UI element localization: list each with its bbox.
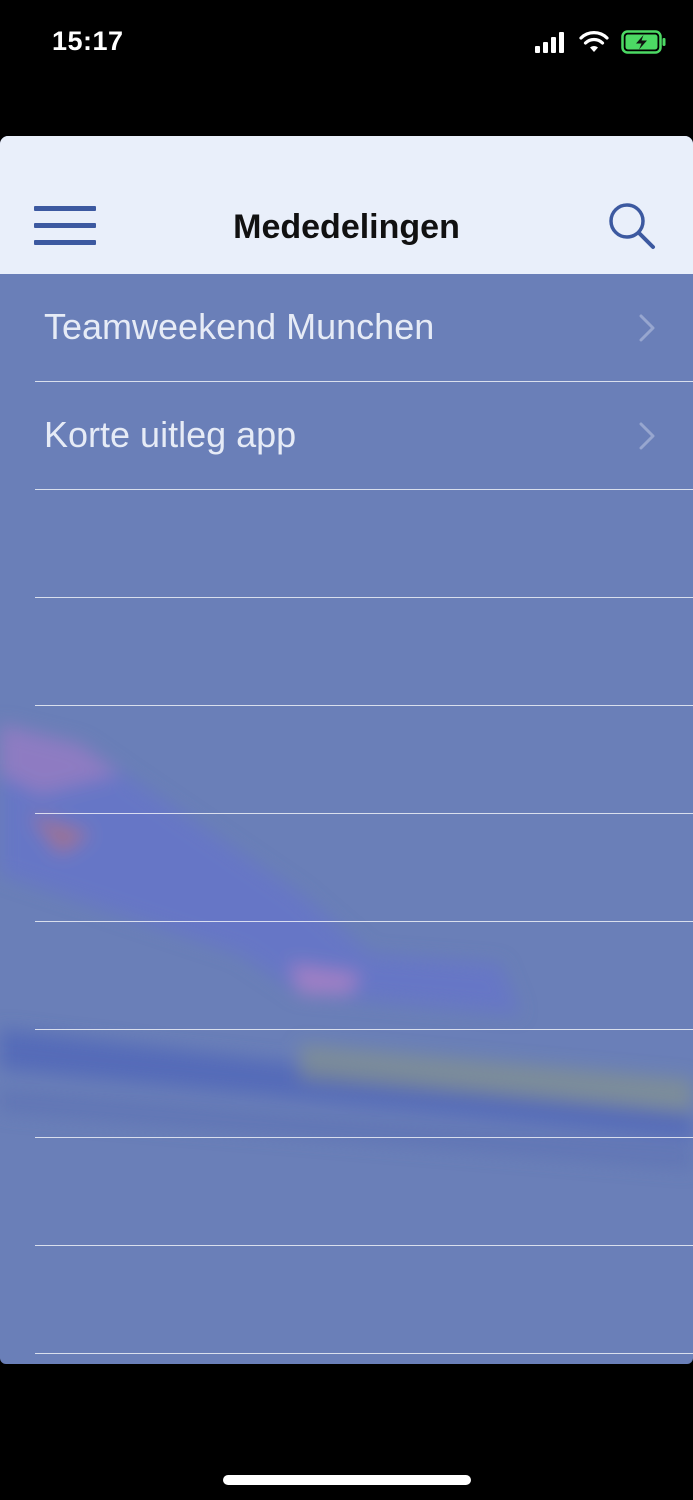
signal-icon [535,32,564,53]
chevron-right-icon [639,314,655,342]
empty-row [0,1138,693,1246]
list-item[interactable]: Teamweekend Munchen [0,274,693,382]
empty-row [0,814,693,922]
empty-row [0,922,693,1030]
chevron-right-icon [639,422,655,450]
status-bar: 15:17 [0,0,693,88]
navigation-bar: Mededelingen [0,136,693,274]
list-item-title: Teamweekend Munchen [44,306,435,347]
search-icon [609,203,655,249]
empty-row [0,706,693,814]
empty-row [0,1246,693,1354]
list-item[interactable]: Korte uitleg app [0,382,693,490]
list-item-title: Korte uitleg app [44,414,297,455]
wifi-icon [579,31,609,52]
page-title: Mededelingen [233,208,460,246]
empty-row [0,490,693,598]
empty-row [0,1030,693,1138]
battery-charging-icon [621,30,666,54]
announcements-list: Teamweekend Munchen Korte uitleg app [0,274,693,1354]
search-button[interactable] [606,200,658,252]
home-indicator[interactable] [223,1475,471,1485]
empty-row [0,598,693,706]
status-icons [535,30,667,54]
status-time: 15:17 [52,26,124,56]
announcements-screen: Mededelingen Teamweekend Munchen Korte u… [0,136,693,1364]
